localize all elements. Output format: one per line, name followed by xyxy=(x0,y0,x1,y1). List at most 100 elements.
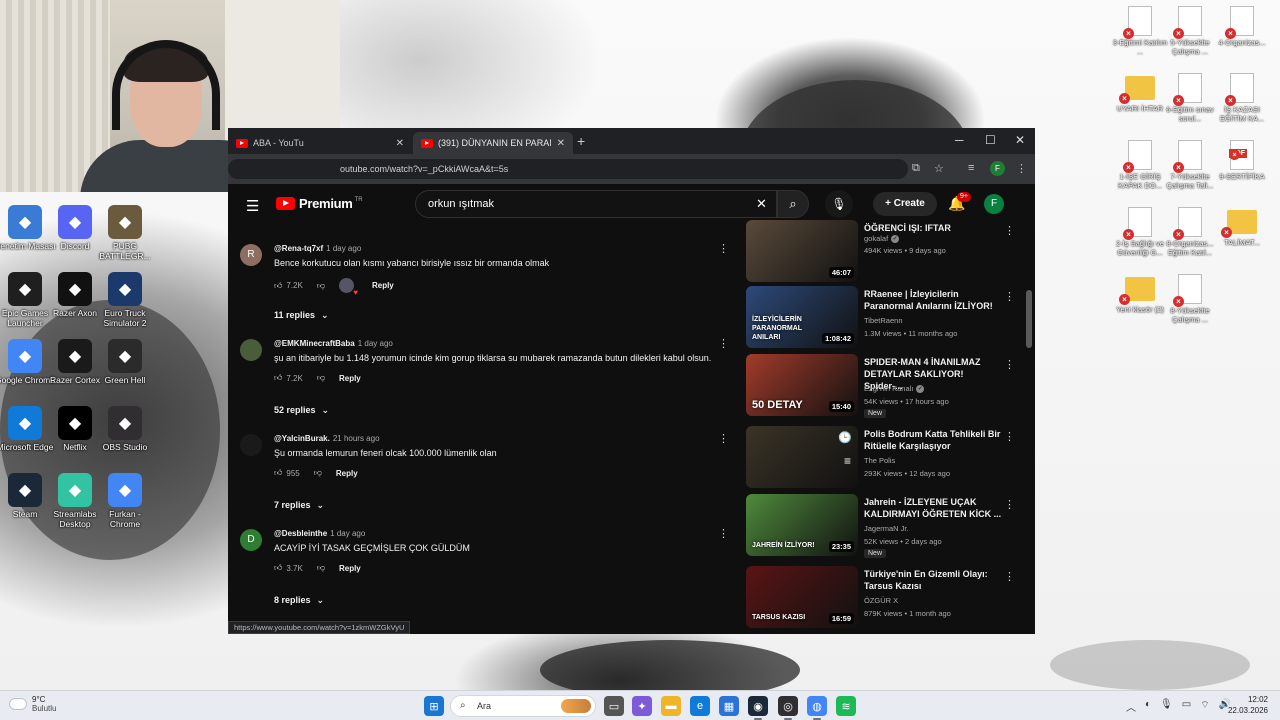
desktop-file-icon[interactable]: × TALİMAT... xyxy=(1214,207,1270,247)
video-title[interactable]: RRaenee | İzleyicilerin Paranormal Anıla… xyxy=(864,288,1004,312)
video-title[interactable]: ÖĞRENCİ IŞI: IFTAR xyxy=(864,222,1004,234)
desktop-icon[interactable]: ◆ Euro Truck Simulator 2 xyxy=(94,272,156,328)
minimize-button[interactable]: ─ xyxy=(955,133,964,147)
comment-author-name[interactable]: @YalcinBurak. xyxy=(274,434,330,443)
install-app-icon[interactable]: ⧉ xyxy=(912,162,920,175)
desktop-file-icon[interactable]: × 2-İş Sağlığı ve Güvenliği G... xyxy=(1112,207,1168,257)
spotify-icon[interactable]: ≋ xyxy=(836,696,856,716)
clear-search-icon[interactable]: ✕ xyxy=(756,196,767,212)
video-thumbnail[interactable]: 16:59 TARSUS KAZISI xyxy=(746,566,858,628)
desktop-icon[interactable]: ◆ OBS Studio xyxy=(94,406,156,452)
comment-avatar[interactable]: R xyxy=(240,244,262,266)
clock[interactable]: 12:02 22.03.2026 xyxy=(1224,694,1268,716)
browser-menu-icon[interactable]: ⋮ xyxy=(1016,162,1027,175)
comment-more-icon[interactable]: ⋮ xyxy=(718,337,729,350)
desktop-file-icon[interactable]: × UYARI İHTAR xyxy=(1112,73,1168,113)
view-replies-button[interactable]: 7 replies ⌄ xyxy=(274,500,324,511)
view-replies-button[interactable]: 52 replies ⌄ xyxy=(274,405,329,416)
tab-active[interactable]: (391) DÜNYANIN EN PARANOR ✕ xyxy=(413,132,573,154)
maximize-button[interactable]: ☐ xyxy=(985,133,996,147)
recommended-video[interactable]: 46:07 ÖĞRENCİ IŞI: IFTAR gokalaf ✓ 494K view… xyxy=(746,220,1024,284)
edge-taskbar-icon[interactable]: e xyxy=(690,696,710,716)
channel-name[interactable]: TibetRaenn xyxy=(864,316,903,325)
dislike-button[interactable]: 👎︎ xyxy=(317,281,325,291)
weather-widget[interactable]: 9°C Bulutlu xyxy=(10,695,56,713)
video-more-icon[interactable]: ⋮ xyxy=(1004,570,1015,583)
page-scrollbar[interactable] xyxy=(1026,190,1032,630)
menu-icon[interactable]: ☰ xyxy=(246,197,259,215)
desktop-icon[interactable]: ◆ PUBG BATTLEGR... xyxy=(94,205,156,261)
channel-name[interactable]: ÖZGÜR X xyxy=(864,596,898,605)
tab-close-icon[interactable]: ✕ xyxy=(557,138,565,149)
profile-icon[interactable]: F xyxy=(990,161,1005,176)
desktop-icon[interactable]: ◆ Furkan - Chrome xyxy=(94,473,156,529)
obs-taskbar-icon[interactable]: ◎ xyxy=(778,696,798,720)
comment-time[interactable]: 21 hours ago xyxy=(333,434,380,443)
reply-button[interactable]: Reply xyxy=(336,469,358,478)
display-icon[interactable]: ▭ xyxy=(1182,699,1191,714)
reply-button[interactable]: Reply xyxy=(372,281,394,290)
comment-avatar[interactable]: D xyxy=(240,529,262,551)
comment-more-icon[interactable]: ⋮ xyxy=(718,527,729,540)
network-icon[interactable]: ⌔ xyxy=(1200,699,1209,714)
comment-time[interactable]: 1 day ago xyxy=(330,529,365,538)
desktop-file-icon[interactable]: × İŞ KAZASI EĞİTİM KA... xyxy=(1214,73,1270,123)
search-button[interactable]: ⌕ xyxy=(777,190,809,218)
tab-inactive[interactable]: ABA - YouTu ✕ xyxy=(228,132,412,154)
recommended-video[interactable]: 🕒 ≡ Polis Bodrum Katta Tehlikeli Bir Ritüe… xyxy=(746,426,1024,490)
video-thumbnail[interactable]: 46:07 xyxy=(746,220,858,282)
channel-name[interactable]: The Polis xyxy=(864,456,895,465)
comment-time[interactable]: 1 day ago xyxy=(326,244,361,253)
start-windows-icon[interactable]: ⊞ xyxy=(424,696,444,716)
channel-name[interactable]: gokalaf ✓ xyxy=(864,234,900,244)
search-input[interactable]: orkun ışıtmak xyxy=(415,190,777,218)
comment-more-icon[interactable]: ⋮ xyxy=(718,242,729,255)
desktop-file-icon[interactable]: × 8-Yükseklte Çalışma ... xyxy=(1162,274,1218,324)
comment-author[interactable]: @Desbleinthe 1 day ago xyxy=(274,529,365,538)
video-more-icon[interactable]: ⋮ xyxy=(1004,358,1015,371)
tray-app-icon[interactable]: ◐ xyxy=(1145,699,1151,714)
video-more-icon[interactable]: ⋮ xyxy=(1004,498,1015,511)
reply-button[interactable]: Reply xyxy=(339,564,361,573)
create-button[interactable]: + Create xyxy=(873,192,937,216)
task-view-icon[interactable]: ▭ xyxy=(604,696,624,716)
recommended-video[interactable]: 23:35 JAHREİN İZLİYOR! Jahrein - İZLEYENE … xyxy=(746,494,1024,558)
desktop-file-icon[interactable]: × 6-Eğitim sınav sorul... xyxy=(1162,73,1218,123)
comment-author[interactable]: @Rena-tq7xf 1 day ago xyxy=(274,244,361,253)
reply-button[interactable]: Reply xyxy=(339,374,361,383)
channel-name[interactable]: JagermaN Jr. xyxy=(864,524,909,533)
comment-more-icon[interactable]: ⋮ xyxy=(718,432,729,445)
youtube-logo[interactable]: Premium TR xyxy=(276,196,363,211)
video-more-icon[interactable]: ⋮ xyxy=(1004,430,1015,443)
video-thumbnail[interactable]: 🕒 ≡ xyxy=(746,426,858,488)
add-to-queue-icon[interactable]: ≡ xyxy=(844,454,851,468)
comment-avatar[interactable] xyxy=(240,339,262,361)
dislike-button[interactable]: 👎︎ xyxy=(317,373,325,383)
tab-close-icon[interactable]: ✕ xyxy=(396,138,404,149)
like-button[interactable]: 👍︎ xyxy=(274,563,282,573)
video-title[interactable]: Polis Bodrum Katta Tehlikeli Bir Ritüell… xyxy=(864,428,1004,452)
copilot-icon[interactable]: ✦ xyxy=(632,696,652,716)
comment-author-name[interactable]: @Desbleinthe xyxy=(274,529,327,538)
desktop-file-icon[interactable]: × 8-Organizas... Eğitim Katıl... xyxy=(1162,207,1218,257)
taskbar-search[interactable]: ⌕ Ara xyxy=(450,695,596,717)
dislike-button[interactable]: 👎︎ xyxy=(314,468,322,478)
comment-author[interactable]: @YalcinBurak. 21 hours ago xyxy=(274,434,380,443)
desktop-file-icon[interactable]: × 5-Yükseklte Çalışma ... xyxy=(1162,6,1218,56)
like-button[interactable]: 👍︎ xyxy=(274,373,282,383)
recommended-video[interactable]: 15:40 50 DETAY SPIDER-MAN 4 İNANILMAZ DETA… xyxy=(746,354,1024,418)
watch-later-icon[interactable]: 🕒 xyxy=(838,431,852,444)
new-tab-button[interactable]: + xyxy=(577,133,585,149)
desktop-file-icon[interactable]: × 4-Organizas... xyxy=(1214,6,1270,47)
dislike-button[interactable]: 👎︎ xyxy=(317,563,325,573)
view-replies-button[interactable]: 11 replies ⌄ xyxy=(274,310,329,321)
desktop-file-icon[interactable]: × Yeni klasör (2) xyxy=(1112,274,1168,314)
reading-list-icon[interactable]: ≡ xyxy=(968,162,974,174)
comment-author-name[interactable]: @Rena-tq7xf xyxy=(274,244,323,253)
file-explorer-icon[interactable]: ▬ xyxy=(661,696,681,716)
like-button[interactable]: 👍︎ xyxy=(274,468,282,478)
close-window-button[interactable]: ✕ xyxy=(1015,133,1025,147)
video-title[interactable]: Türkiye'nin En Gizemli Olayı: Tarsus Kaz… xyxy=(864,568,1004,592)
desktop-file-icon[interactable]: PDF× 9-SERTİFİKA xyxy=(1214,140,1270,181)
chrome-taskbar-icon[interactable]: ◍ xyxy=(807,696,827,720)
